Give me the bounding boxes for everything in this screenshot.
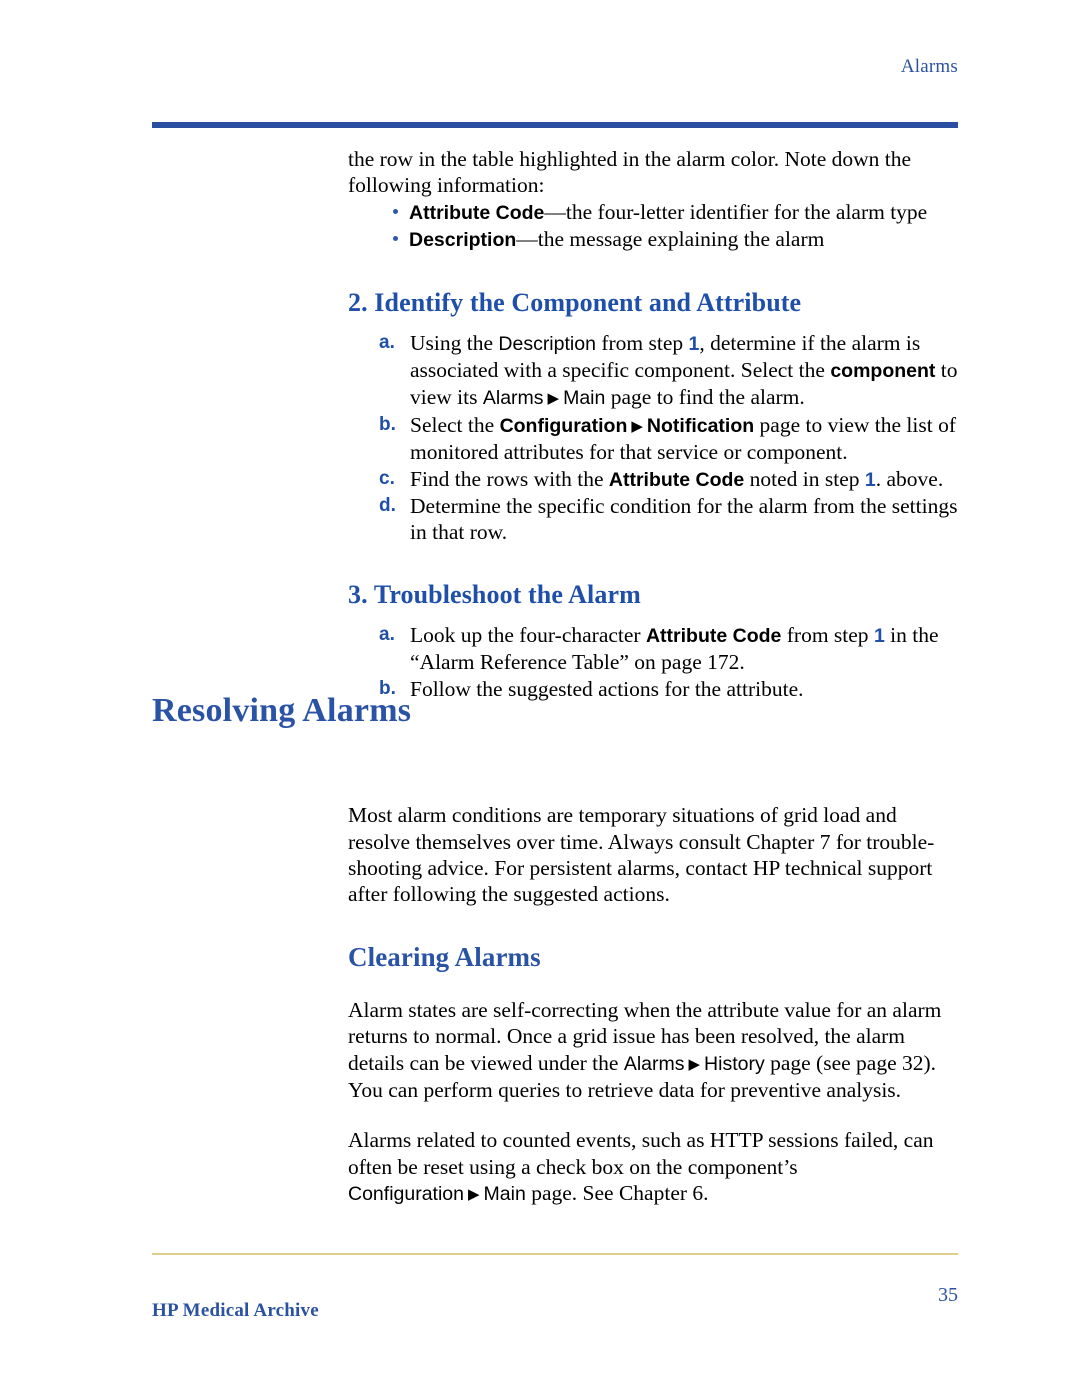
ui-term-main: Main [563, 387, 606, 410]
step-3-heading: 3. Troubleshoot the Alarm [348, 579, 641, 609]
item-text-1: Determine the specific condition for the… [410, 494, 958, 545]
list-item: c. Find the rows with the Attribute Code … [348, 466, 958, 493]
running-header-title: Alarms [900, 56, 958, 77]
ui-term-alarms: Alarms [482, 387, 544, 410]
document-page: Alarms the row in the table highlighted … [0, 0, 1080, 1397]
path-arrow-icon: ▶ [631, 416, 643, 435]
step-2-list: a. Using the Description from step 1, det… [348, 330, 958, 546]
path-arrow-icon: ▶ [468, 1185, 480, 1204]
item-text-1: Using the [410, 330, 499, 355]
bullet-dash: — [516, 227, 538, 252]
item-text-1: Select the [410, 412, 500, 437]
ui-term-configuration: Configuration [499, 414, 628, 437]
list-item: Description—the message explaining the a… [348, 226, 958, 253]
header-rule [152, 122, 958, 128]
para-text-1: Alarms related to counted events, such a… [348, 1128, 934, 1179]
item-text-2: noted in step [744, 466, 865, 491]
bullet-dash: — [544, 199, 566, 224]
list-item: a. Using the Description from step 1, det… [348, 330, 958, 412]
bullet-term: Description [409, 229, 517, 252]
footer-rule [152, 1253, 958, 1255]
step-reference-number: 1 [873, 624, 885, 647]
ui-term-description: Description [498, 332, 596, 355]
ui-term-configuration: Configuration [348, 1183, 464, 1206]
ui-term-attribute-code: Attribute Code [608, 468, 745, 491]
page-number: 35 [938, 1284, 958, 1306]
step-2-heading: 2. Identify the Component and Attribute [348, 287, 802, 317]
list-marker: a. [379, 331, 395, 353]
bullet-text: the message explaining the alarm [537, 227, 825, 252]
ui-term-notification: Notification [646, 414, 755, 437]
ui-term-history: History [704, 1052, 765, 1075]
item-text-3: . above. [875, 466, 944, 491]
list-item: a. Look up the four-character Attribute C… [348, 622, 958, 676]
ui-term-component: component [830, 360, 936, 383]
main-text-column: the row in the table highlighted in the … [348, 146, 958, 1208]
item-text-5: page to find the alarm. [605, 385, 805, 410]
path-arrow-icon: ▶ [688, 1054, 701, 1073]
list-item: b. Follow the suggested actions for the a… [348, 676, 958, 702]
intro-bullet-list: Attribute Code—the four-letter identifie… [348, 199, 958, 254]
list-item: b. Select the Configuration ▶ Notification … [348, 412, 958, 466]
item-text-2: from step [781, 622, 874, 647]
ui-term-main: Main [483, 1183, 526, 1206]
item-text-1: Find the rows with the [410, 466, 609, 491]
intro-line-1: the row in the table highlighted in the … [348, 147, 880, 171]
page-title: Resolving Alarms [152, 692, 412, 729]
list-marker: a. [379, 623, 395, 645]
item-text-1: Follow the suggested actions for the att… [410, 676, 804, 701]
step-reference-number: 1 [864, 468, 876, 491]
para-text-2: page. See Chapter 6. [525, 1181, 709, 1206]
list-item: Attribute Code—the four-letter identifie… [348, 199, 958, 226]
clearing-alarms-paragraph-2: Alarms related to counted events, such a… [348, 1127, 958, 1207]
list-marker: b. [379, 413, 396, 435]
bullet-term: Attribute Code [409, 201, 545, 224]
clearing-alarms-paragraph-1: Alarm states are self-correcting when th… [348, 997, 958, 1104]
ui-term-attribute-code: Attribute Code [645, 624, 782, 647]
item-text-2: from step [595, 330, 689, 355]
list-marker: c. [379, 467, 395, 489]
list-marker: d. [379, 495, 396, 517]
step-reference-number: 1 [688, 332, 700, 355]
path-arrow-icon: ▶ [547, 389, 560, 408]
clearing-alarms-heading: Clearing Alarms [348, 941, 541, 972]
bullet-text: the four-letter identifier for the alarm… [565, 199, 928, 224]
step-3-list: a. Look up the four-character Attribute C… [348, 622, 958, 702]
item-text-1: Look up the four-character [410, 622, 646, 647]
ui-term-alarms: Alarms [623, 1052, 685, 1075]
list-item: d. Determine the specific condition for t… [348, 493, 958, 546]
bullet-dot-icon [393, 208, 398, 214]
bullet-dot-icon [393, 236, 398, 242]
intro-paragraph: the row in the table highlighted in the … [348, 146, 958, 199]
resolving-alarms-paragraph: Most alarm conditions are temporary situ… [348, 803, 935, 907]
